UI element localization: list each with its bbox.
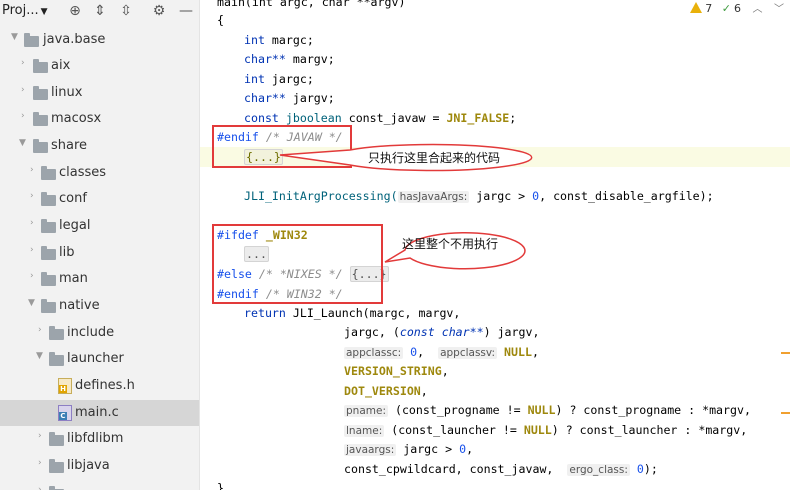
chevron-right-icon[interactable]: › (30, 218, 34, 228)
tree-item-label: include (67, 325, 115, 340)
folder-icon (49, 326, 65, 340)
chevron-right-icon[interactable]: › (30, 165, 34, 175)
tree-item-main-c[interactable]: main.c (0, 400, 199, 426)
tree-item-label: classes (59, 165, 107, 180)
hide-panel-icon[interactable]: — (177, 2, 195, 20)
chevron-down-icon[interactable]: ▼ (11, 32, 18, 42)
callout-text-2: 这里整个不用执行 (402, 237, 499, 251)
tree-item-label: legal (59, 218, 91, 233)
chevron-right-icon[interactable]: › (38, 325, 42, 335)
tree-item-label: launcher (67, 351, 124, 366)
tree-item-lib[interactable]: › lib (0, 240, 199, 266)
folder-icon (41, 299, 57, 313)
header-file-icon (57, 378, 73, 394)
chevron-down-icon[interactable]: ▼ (36, 351, 43, 361)
folder-icon (33, 112, 49, 126)
chevron-right-icon[interactable]: › (30, 191, 34, 201)
chevron-down-icon[interactable]: ▼ (19, 138, 26, 148)
project-title: Proj... (2, 3, 39, 18)
project-view-selector[interactable]: Proj... ▼ (2, 3, 48, 18)
tree-item-label: libjava (67, 458, 110, 473)
folder-icon (49, 486, 65, 490)
tree-item-legal[interactable]: › legal (0, 213, 199, 239)
chevron-right-icon[interactable]: › (38, 458, 42, 468)
code-editor[interactable]: 7 ✓ 6 ︿ ﹀ main(int argc, char **argv) { i… (200, 0, 790, 490)
tree-item-libjava[interactable]: › libjava (0, 453, 199, 479)
folder-icon (41, 246, 57, 260)
tree-item-aix[interactable]: › aix (0, 53, 199, 79)
folder-icon (41, 166, 57, 180)
folder-icon (41, 272, 57, 286)
folder-icon (33, 59, 49, 73)
tree-item-label: share (51, 138, 88, 153)
project-panel: Proj... ▼ ⊕ ⇕ ⇳ ⚙ — ▼ java.base › aix › l… (0, 0, 200, 490)
folder-icon (49, 352, 65, 366)
tree-item-libfdlibm[interactable]: › libfdlibm (0, 426, 199, 452)
chevron-right-icon[interactable]: › (38, 431, 42, 441)
tree-item-native[interactable]: ▼ native (0, 293, 199, 319)
tree-item-label: native (59, 298, 100, 313)
tree-item-label: main.c (75, 405, 119, 420)
expand-all-icon[interactable]: ⇕ (91, 2, 109, 20)
folder-icon (24, 33, 40, 47)
folder-icon (33, 139, 49, 153)
chevron-right-icon[interactable]: › (21, 85, 25, 95)
gear-icon[interactable]: ⚙ (150, 2, 168, 20)
error-stripe-mark[interactable] (781, 412, 790, 414)
tree-item-partial[interactable]: › (0, 480, 199, 490)
tree-item-label: linux (51, 85, 83, 100)
tree-item-man[interactable]: › man (0, 266, 199, 292)
error-stripe-mark[interactable] (781, 352, 790, 354)
folder-icon (33, 86, 49, 100)
chevron-right-icon[interactable]: › (30, 271, 34, 281)
collapse-all-icon[interactable]: ⇳ (117, 2, 135, 20)
tree-item-label: conf (59, 191, 87, 206)
folder-icon (41, 219, 57, 233)
tree-item-java-base[interactable]: ▼ java.base (0, 27, 199, 53)
locate-icon[interactable]: ⊕ (66, 2, 84, 20)
chevron-down-icon[interactable]: ▼ (28, 298, 35, 308)
tree-item-include[interactable]: › include (0, 320, 199, 346)
tree-item-label: java.base (43, 32, 106, 47)
tree-item-label: defines.h (75, 378, 135, 393)
c-file-icon (57, 405, 73, 421)
folder-icon (49, 459, 65, 473)
chevron-right-icon[interactable]: › (21, 58, 25, 68)
tree-item-classes[interactable]: › classes (0, 160, 199, 186)
tree-item-conf[interactable]: › conf (0, 186, 199, 212)
tree-item-label: man (59, 271, 88, 286)
chevron-right-icon[interactable]: › (30, 245, 34, 255)
tree-item-label: macosx (51, 111, 102, 126)
tree-item-share[interactable]: ▼ share (0, 133, 199, 159)
chevron-down-icon: ▼ (40, 7, 48, 17)
callout-text-1: 只执行这里合起来的代码 (368, 151, 501, 165)
tree-item-macosx[interactable]: › macosx (0, 106, 199, 132)
tree-item-label: libfdlibm (67, 431, 124, 446)
tree-item-linux[interactable]: › linux (0, 80, 199, 106)
chevron-right-icon[interactable]: › (21, 111, 25, 121)
project-panel-header: Proj... ▼ ⊕ ⇕ ⇳ ⚙ — (0, 0, 199, 24)
tree-item-defines-h[interactable]: defines.h (0, 373, 199, 399)
folder-icon (41, 192, 57, 206)
folder-icon (49, 432, 65, 446)
tree-item-launcher[interactable]: ▼ launcher (0, 346, 199, 372)
chevron-right-icon[interactable]: › (38, 485, 42, 490)
tree-item-label: lib (59, 245, 75, 260)
tree-item-label: aix (51, 58, 71, 73)
